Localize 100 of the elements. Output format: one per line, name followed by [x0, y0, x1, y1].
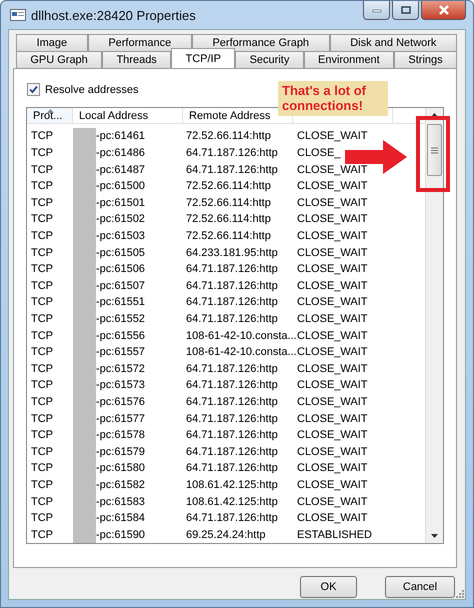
table-cell: 72.52.66.114:http — [186, 130, 271, 142]
minimize-button[interactable] — [363, 1, 390, 20]
column-header[interactable]: Remote Address — [189, 110, 270, 122]
minimize-icon — [372, 7, 382, 13]
close-button[interactable] — [421, 1, 466, 20]
table-cell: -pc:61501 — [96, 196, 145, 209]
table-cell: -pc:61590 — [96, 528, 145, 541]
table-cell: TCP — [31, 379, 53, 392]
table-cell: 72.52.66.114:http — [186, 230, 271, 242]
table-cell: CLOSE_WAIT — [297, 379, 368, 392]
table-cell: CLOSE_WAIT — [297, 164, 368, 176]
table-cell: CLOSE_WAIT — [297, 196, 368, 209]
table-cell: TCP — [31, 462, 53, 474]
window-title: dllhost.exe:28420 Properties — [31, 8, 197, 22]
table-cell: TCP — [31, 528, 53, 541]
table-cell: TCP — [31, 396, 53, 408]
table-cell: -pc:61583 — [96, 496, 145, 508]
table-cell: 64.71.187.126:http — [186, 263, 278, 276]
table-cell: TCP — [31, 312, 53, 325]
table-cell: 64.71.187.126:http — [186, 429, 278, 442]
table-cell: CLOSE_ — [297, 147, 340, 160]
table-cell: TCP — [31, 362, 53, 375]
annotation-note: That's a lot of connections! — [278, 81, 388, 116]
table-cell: -pc:61580 — [96, 462, 145, 474]
table-cell: CLOSE_WAIT — [297, 362, 368, 375]
table-cell: 64.71.187.126:http — [186, 512, 278, 524]
table-cell: -pc:61557 — [96, 346, 145, 358]
table-cell: TCP — [31, 478, 53, 491]
table-cell: -pc:61578 — [96, 429, 145, 442]
table-cell: 64.71.187.126:http — [186, 147, 278, 160]
tab[interactable]: GPU Graph — [16, 51, 102, 68]
resize-grip-icon — [455, 589, 464, 598]
table-cell: 108.61.42.125:http — [186, 496, 278, 508]
table-cell: CLOSE_WAIT — [297, 396, 368, 408]
app-icon — [10, 9, 26, 21]
dialog-button[interactable]: Cancel — [385, 576, 455, 598]
table-cell: TCP — [31, 296, 53, 308]
table-cell: CLOSE_WAIT — [297, 180, 368, 192]
table-cell: TCP — [31, 213, 53, 226]
table-cell: 108-61-42-10.consta... — [186, 346, 297, 358]
table-cell: CLOSE_WAIT — [297, 512, 368, 524]
table-cell: ESTABLISHED — [297, 528, 372, 541]
resolve-addresses-checkbox[interactable]: Resolve addresses — [27, 83, 139, 96]
table-cell: CLOSE_WAIT — [297, 312, 368, 325]
table-cell: -pc:61505 — [96, 246, 145, 259]
scroll-thumb[interactable] — [427, 124, 442, 176]
table-cell: -pc:61582 — [96, 478, 145, 491]
table-cell: -pc:61573 — [96, 379, 145, 392]
table-cell: 64.233.181.95:http — [186, 246, 278, 259]
table-cell: CLOSE_WAIT — [297, 462, 368, 474]
table-cell: TCP — [31, 346, 53, 358]
table-cell: 69.25.24.24:http — [186, 528, 266, 541]
table-cell: CLOSE_WAIT — [297, 429, 368, 442]
table-cell: -pc:61572 — [96, 362, 145, 375]
tab[interactable]: Environment — [304, 51, 394, 68]
table-cell: TCP — [31, 429, 53, 442]
table-cell: 72.52.66.114:http — [186, 180, 271, 192]
table-cell: 64.71.187.126:http — [186, 396, 278, 408]
table-cell: CLOSE_WAIT — [297, 478, 368, 491]
table-cell: -pc:61576 — [96, 396, 145, 408]
table-cell: -pc:61507 — [96, 280, 145, 292]
table-cell: 72.52.66.114:http — [186, 196, 271, 209]
table-cell: -pc:61584 — [96, 512, 145, 524]
table-cell: 64.71.187.126:http — [186, 412, 278, 425]
table-cell: 64.71.187.126:http — [186, 362, 278, 375]
table-cell: -pc:61579 — [96, 446, 145, 458]
tab[interactable]: Security — [235, 51, 304, 68]
table-cell: TCP — [31, 496, 53, 508]
table-cell: -pc:61503 — [96, 230, 145, 242]
table-cell: 64.71.187.126:http — [186, 379, 278, 392]
table-cell: CLOSE_WAIT — [297, 246, 368, 259]
column-header[interactable]: Local Address — [79, 110, 148, 122]
checkmark-icon — [29, 85, 38, 94]
table-cell: -pc:61500 — [96, 180, 145, 192]
table-cell: -pc:61552 — [96, 312, 145, 325]
tab[interactable]: Image — [16, 34, 88, 51]
table-cell: 64.71.187.126:http — [186, 462, 278, 474]
close-icon — [438, 5, 450, 15]
table-cell: TCP — [31, 330, 53, 342]
maximize-button[interactable] — [392, 1, 419, 20]
tab[interactable]: TCP/IP — [171, 48, 236, 68]
tab[interactable]: Performance — [88, 34, 192, 51]
scrollbar[interactable] — [425, 108, 443, 543]
tab[interactable]: Disk and Network — [330, 34, 457, 51]
table-cell: CLOSE_WAIT — [297, 346, 368, 358]
table-cell: TCP — [31, 130, 53, 142]
table-cell: TCP — [31, 280, 53, 292]
table-cell: CLOSE_WAIT — [297, 213, 368, 226]
table-cell: -pc:61506 — [96, 263, 145, 276]
dialog-button[interactable]: OK — [300, 576, 357, 598]
table-cell: TCP — [31, 147, 53, 160]
table-cell: CLOSE_WAIT — [297, 330, 368, 342]
table-cell: 64.71.187.126:http — [186, 164, 278, 176]
tab[interactable]: Threads — [102, 51, 172, 68]
table-cell: TCP — [31, 263, 53, 276]
table-cell: CLOSE_WAIT — [297, 263, 368, 276]
sort-caret-icon — [47, 109, 54, 113]
tab[interactable]: Strings — [394, 51, 457, 68]
table-cell: -pc:61577 — [96, 412, 145, 425]
tab[interactable]: Performance Graph — [192, 34, 330, 51]
